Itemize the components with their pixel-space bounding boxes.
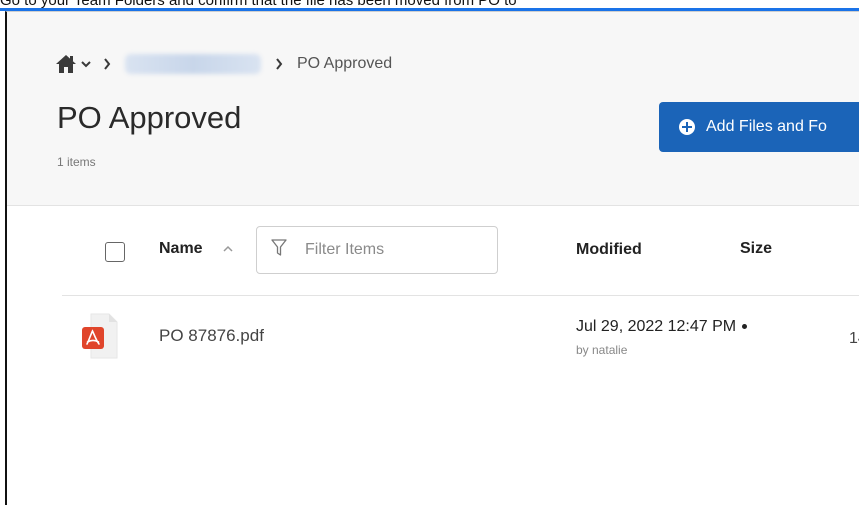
file-size: 14	[849, 330, 859, 347]
app-window: PO Approved PO Approved 1 items Add File…	[5, 11, 859, 505]
modified-date-text: Jul 29, 2022 12:47 PM	[576, 318, 737, 335]
status-dot	[742, 324, 748, 330]
plus-circle-icon	[679, 119, 695, 135]
modified-by: by natalie	[576, 343, 628, 357]
filter-items-input[interactable]	[305, 241, 465, 259]
name-column-header[interactable]: Name	[159, 240, 203, 258]
item-count: 1 items	[57, 155, 96, 169]
home-icon[interactable]	[55, 54, 77, 74]
filter-box[interactable]	[256, 226, 498, 274]
breadcrumb: PO Approved	[55, 52, 392, 76]
file-name-link[interactable]: PO 87876.pdf	[159, 326, 264, 346]
select-all-checkbox[interactable]	[105, 242, 125, 262]
breadcrumb-current: PO Approved	[297, 55, 393, 72]
sort-ascending-icon[interactable]	[223, 245, 233, 252]
modified-date: Jul 29, 2022 12:47 PM	[576, 318, 748, 336]
filter-icon	[271, 238, 287, 262]
page-title: PO Approved	[57, 100, 242, 135]
breadcrumb-parent-redacted[interactable]	[125, 54, 261, 74]
pdf-file-icon	[79, 312, 119, 360]
modified-column-header[interactable]: Modified	[576, 241, 642, 259]
chevron-right-icon	[275, 58, 283, 70]
add-files-label: Add Files and Fo	[706, 118, 827, 135]
page-header: PO Approved PO Approved 1 items Add File…	[7, 12, 859, 206]
add-files-button[interactable]: Add Files and Fo	[659, 102, 859, 152]
size-column-header[interactable]: Size	[740, 240, 772, 258]
header-divider	[62, 295, 859, 296]
chevron-right-icon	[103, 58, 111, 70]
table-header: Name Modified Size	[7, 225, 859, 275]
table-row[interactable]: PO 87876.pdf Jul 29, 2022 12:47 PM by na…	[7, 308, 859, 378]
chevron-down-icon[interactable]	[81, 60, 91, 68]
